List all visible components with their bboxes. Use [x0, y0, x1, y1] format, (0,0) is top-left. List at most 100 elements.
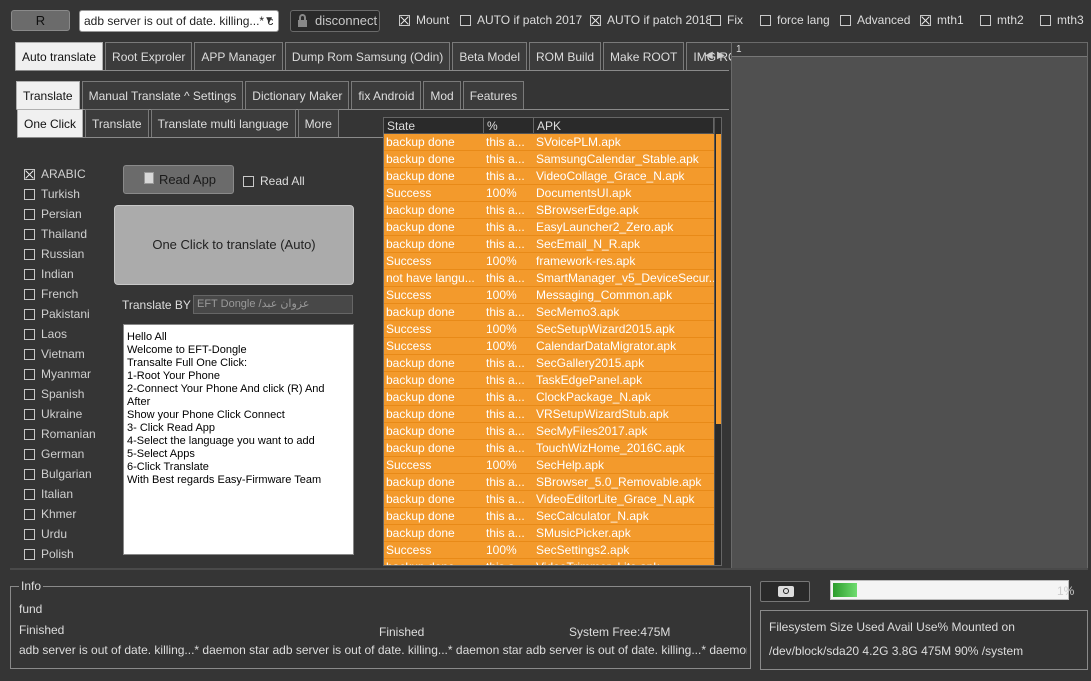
read-all-checkbox[interactable]: Read All: [243, 174, 305, 188]
column-header-apk[interactable]: APK: [534, 118, 714, 133]
table-row[interactable]: backup done this a... TaskEdgePanel.apk: [384, 372, 721, 389]
table-row[interactable]: backup done this a... SVoicePLM.apk: [384, 134, 721, 151]
table-row[interactable]: backup done this a... SecMemo3.apk: [384, 304, 721, 321]
tab-one-click[interactable]: One Click: [17, 109, 84, 137]
lang-urdu-checkbox[interactable]: Urdu: [24, 527, 67, 541]
scrollbar-thumb[interactable]: [716, 134, 721, 424]
lang-persian-checkbox[interactable]: Persian: [24, 207, 82, 221]
table-row[interactable]: Success 100% SecHelp.apk: [384, 457, 721, 474]
tab-translate[interactable]: Translate: [16, 81, 80, 109]
table-row[interactable]: Success 100% DocumentsUI.apk: [384, 185, 721, 202]
log-line: adb server is out of date. killing...* d…: [19, 643, 747, 657]
instructions-memo[interactable]: Hello All Welcome to EFT-Dongle Transalt…: [123, 324, 354, 555]
table-row[interactable]: backup done this a... SecGallery2015.apk: [384, 355, 721, 372]
lang-indian-checkbox[interactable]: Indian: [24, 267, 74, 281]
one-click-translate-button[interactable]: One Click to translate (Auto): [114, 205, 354, 285]
table-scrollbar[interactable]: [714, 118, 721, 565]
memo-line: 2-Connect Your Phone And click (R) And A…: [127, 383, 325, 408]
tab-scroll-right-icon[interactable]: ▶: [717, 50, 725, 61]
lang-khmer-checkbox[interactable]: Khmer: [24, 507, 76, 521]
tab-features[interactable]: Features: [462, 81, 525, 109]
lang-german-checkbox[interactable]: German: [24, 447, 84, 461]
tab-mod[interactable]: Mod: [423, 81, 461, 109]
mount-checkbox[interactable]: Mount: [399, 13, 449, 27]
lang-vietnam-checkbox[interactable]: Vietnam: [24, 347, 85, 361]
table-row[interactable]: backup done this a... VRSetupWizardStub.ap…: [384, 406, 721, 423]
lang-russian-checkbox[interactable]: Russian: [24, 247, 84, 261]
tab-translate-single[interactable]: Translate: [85, 109, 149, 137]
column-header-state[interactable]: State: [384, 118, 484, 133]
lang-italian-checkbox[interactable]: Italian: [24, 487, 73, 501]
table-row[interactable]: backup done this a... VideoCollage_Grace_N…: [384, 168, 721, 185]
mth3-checkbox[interactable]: mth3: [1040, 13, 1084, 27]
tab-make-root[interactable]: Make ROOT: [603, 42, 685, 70]
mth2-checkbox[interactable]: mth2: [980, 13, 1024, 27]
table-row[interactable]: Success 100% SecSettings2.apk: [384, 542, 721, 559]
table-row[interactable]: Success 100% CalendarDataMigrator.apk: [384, 338, 721, 355]
table-row[interactable]: Success 100% Messaging_Common.apk: [384, 287, 721, 304]
chevron-down-icon[interactable]: ▼: [264, 11, 274, 31]
column-header-percent[interactable]: %: [484, 118, 534, 133]
lang-polish-checkbox[interactable]: Polish: [24, 547, 74, 561]
tab-translate-multi[interactable]: Translate multi language: [150, 109, 296, 137]
read-app-button[interactable]: Read App: [123, 165, 234, 194]
lang-ukraine-checkbox[interactable]: Ukraine: [24, 407, 82, 421]
checkbox-label: mth3: [1057, 13, 1084, 27]
table-row[interactable]: backup done this a... SBrowser_5.0_Removab…: [384, 474, 721, 491]
cell-apk: TouchWizHome_2016C.apk: [536, 441, 685, 455]
table-row[interactable]: backup done this a... ClockPackage_N.apk: [384, 389, 721, 406]
table-row[interactable]: backup done this a... TouchWizHome_2016C.a…: [384, 440, 721, 457]
memo-line: Transalte Full One Click:: [127, 357, 248, 369]
checkbox-box: [24, 528, 35, 540]
log-combo[interactable]: adb server is out of date. killing...* c…: [79, 10, 279, 32]
cell-percent: this a...: [486, 135, 525, 149]
translate-by-field[interactable]: EFT Dongle /عزوان عبد: [193, 295, 353, 314]
lang-myanmar-checkbox[interactable]: Myanmar: [24, 367, 91, 381]
mth1-checkbox[interactable]: mth1: [920, 13, 964, 27]
lang-french-checkbox[interactable]: French: [24, 287, 78, 301]
tab-more[interactable]: More: [297, 109, 339, 137]
tab-scroll-left-icon[interactable]: ◀: [705, 50, 713, 61]
force-lang-checkbox[interactable]: force lang: [760, 13, 830, 27]
table-row[interactable]: backup done this a... EasyLauncher2_Zero.a…: [384, 219, 721, 236]
tab-dictionary-maker[interactable]: Dictionary Maker: [245, 81, 350, 109]
table-row[interactable]: backup done this a... SecCalculator_N.apk: [384, 508, 721, 525]
table-row[interactable]: Success 100% framework-res.apk: [384, 253, 721, 270]
tab-auto-translate[interactable]: Auto translate: [15, 42, 104, 70]
checkbox-label: Read All: [260, 174, 305, 188]
fix-checkbox[interactable]: Fix: [710, 13, 743, 27]
lang-laos-checkbox[interactable]: Laos: [24, 327, 67, 341]
checkbox-label: Advanced: [857, 13, 911, 27]
output-panel[interactable]: 1: [731, 42, 1088, 569]
table-row[interactable]: backup donethis a...VideoTrimmer_Lite.ap…: [384, 559, 721, 565]
lang-turkish-checkbox[interactable]: Turkish: [24, 187, 80, 201]
lang-romanian-checkbox[interactable]: Romanian: [24, 427, 96, 441]
apk-table[interactable]: State % APK backup done this a... SVoicePL…: [383, 117, 722, 566]
table-row[interactable]: backup done this a... VideoEditorLite_Grac…: [384, 491, 721, 508]
lang-arabic-checkbox[interactable]: ARABIC: [24, 167, 86, 181]
lang-spanish-checkbox[interactable]: Spanish: [24, 387, 84, 401]
table-row[interactable]: Success 100% SecSetupWizard2015.apk: [384, 321, 721, 338]
tab-manual-translate[interactable]: Manual Translate ^ Settings: [81, 81, 244, 109]
screenshot-button[interactable]: [760, 581, 810, 602]
tab-dump-rom[interactable]: Dump Rom Samsung (Odin): [284, 42, 451, 70]
table-row[interactable]: not have langu... this a... SmartManager_v…: [384, 270, 721, 287]
auto-patch-2017-checkbox[interactable]: AUTO if patch 2017: [460, 13, 582, 27]
table-row[interactable]: backup done this a... SecEmail_N_R.apk: [384, 236, 721, 253]
lang-pakistani-checkbox[interactable]: Pakistani: [24, 307, 90, 321]
tab-rom-build[interactable]: ROM Build: [529, 42, 602, 70]
tab-beta-model[interactable]: Beta Model: [452, 42, 528, 70]
auto-patch-2018-checkbox[interactable]: AUTO if patch 2018: [590, 13, 712, 27]
table-row[interactable]: backup done this a... SamsungCalendar_Stab…: [384, 151, 721, 168]
table-row[interactable]: backup done this a... SMusicPicker.apk: [384, 525, 721, 542]
tab-app-manager[interactable]: APP Manager: [194, 42, 283, 70]
tab-fix-android[interactable]: fix Android: [351, 81, 422, 109]
disconnect-button[interactable]: disconnect: [290, 10, 380, 32]
tab-root-exproler[interactable]: Root Exproler: [105, 42, 193, 70]
advanced-checkbox[interactable]: Advanced: [840, 13, 910, 27]
r-button[interactable]: R: [11, 10, 70, 31]
lang-bulgarian-checkbox[interactable]: Bulgarian: [24, 467, 92, 481]
table-row[interactable]: backup done this a... SBrowserEdge.apk: [384, 202, 721, 219]
lang-thailand-checkbox[interactable]: Thailand: [24, 227, 87, 241]
table-row[interactable]: backup done this a... SecMyFiles2017.apk: [384, 423, 721, 440]
